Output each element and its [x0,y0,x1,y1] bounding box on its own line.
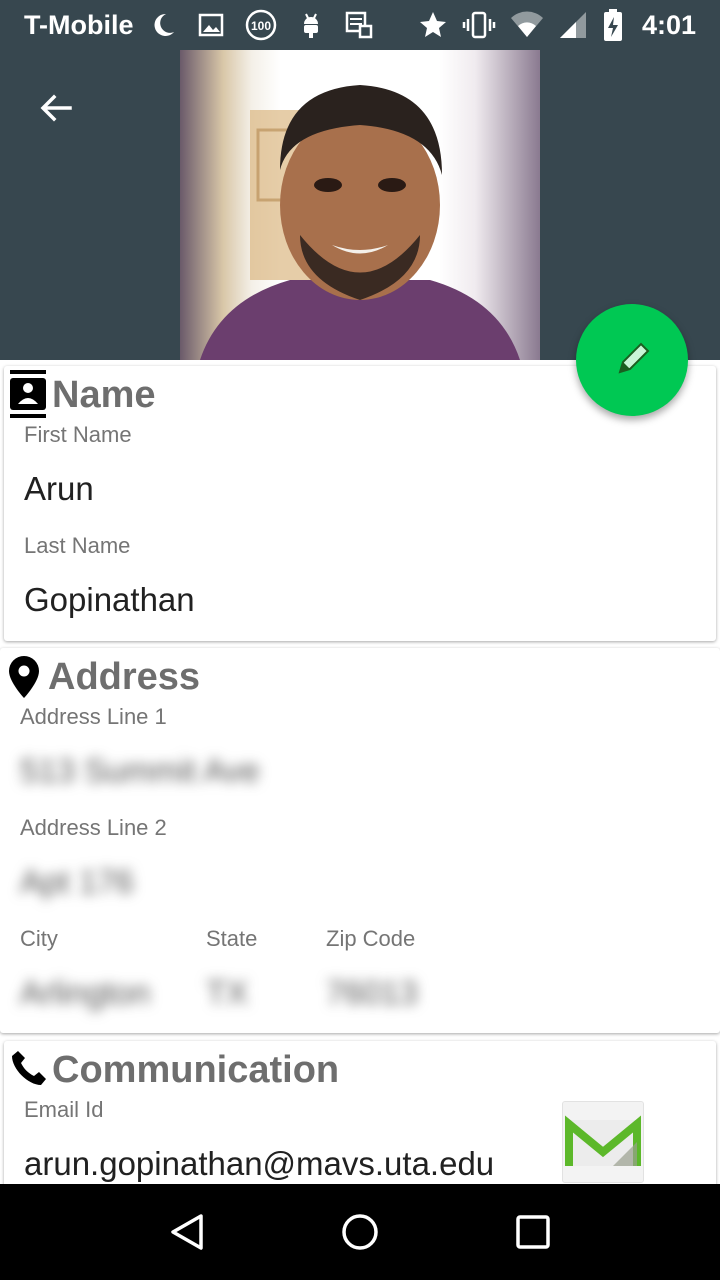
address-line2-value[interactable]: Apt 176 [20,863,134,901]
first-name-label: First Name [24,422,132,447]
wifi-icon [510,11,543,37]
carrier-name: T-Mobile [24,9,134,40]
vibrate-icon [462,11,496,39]
recents-square-icon [516,1215,551,1249]
address-line1-value[interactable]: 513 Summit Ave [20,752,260,790]
city-value[interactable]: Arlington [20,974,150,1012]
address-section-title: Address [48,656,201,698]
nav-home-button[interactable] [325,1197,395,1267]
name-section-title: Name [52,374,156,416]
profile-photo[interactable] [180,50,540,360]
zip-code-value[interactable]: 76013 [326,974,418,1012]
contact-card-icon [10,370,46,418]
status-left-icons: 100 [148,8,374,42]
state-label: State [206,926,258,951]
moon-icon [154,13,174,36]
profile-photo-illustration [200,85,520,360]
home-circle-icon [342,1214,378,1250]
clock: 4:01 [641,9,696,40]
phone-icon [12,1051,46,1085]
image-icon [198,13,223,37]
email-value[interactable]: arun.gopinathan@mavs.uta.edu [24,1145,494,1183]
battery-charging-icon [603,9,622,41]
nav-back-button[interactable] [152,1197,222,1267]
communication-card: Communication Email Id arun.gopinathan@m… [4,1041,716,1201]
address-card: Address Address Line 1 513 Summit Ave Ad… [0,648,720,1033]
gmail-icon [565,1115,641,1166]
back-triangle-icon [170,1214,203,1250]
status-right-icons: 4:01 [418,8,696,42]
tasks-icon [345,11,372,39]
communication-section-title: Communication [52,1049,340,1091]
svg-text:100: 100 [250,19,270,33]
signal-icon [559,12,586,38]
zip-code-label: Zip Code [326,926,416,951]
email-label: Email Id [24,1097,104,1122]
back-button[interactable] [28,80,84,136]
location-pin-icon [9,656,39,698]
nav-recents-button[interactable] [498,1197,568,1267]
city-label: City [20,926,58,951]
first-name-value[interactable]: Arun [24,470,94,508]
edit-fab-button[interactable] [576,304,688,416]
gmail-icon-button[interactable] [562,1101,644,1183]
status-bar: T-Mobile 100 4:01 [0,0,720,50]
100-badge-icon: 100 [245,9,276,41]
state-value[interactable]: TX [206,974,248,1012]
address-line1-label: Address Line 1 [20,704,167,729]
star-icon [419,12,446,37]
android-icon [303,13,318,38]
navigation-bar [0,1184,720,1280]
address-line2-label: Address Line 2 [20,815,167,840]
pencil-icon [618,342,650,374]
last-name-label: Last Name [24,533,131,558]
contact-detail-screen: T-Mobile 100 4:01 Name First Name Arun L… [0,0,720,1280]
last-name-value[interactable]: Gopinathan [24,581,195,619]
arrow-back-icon [40,94,72,122]
